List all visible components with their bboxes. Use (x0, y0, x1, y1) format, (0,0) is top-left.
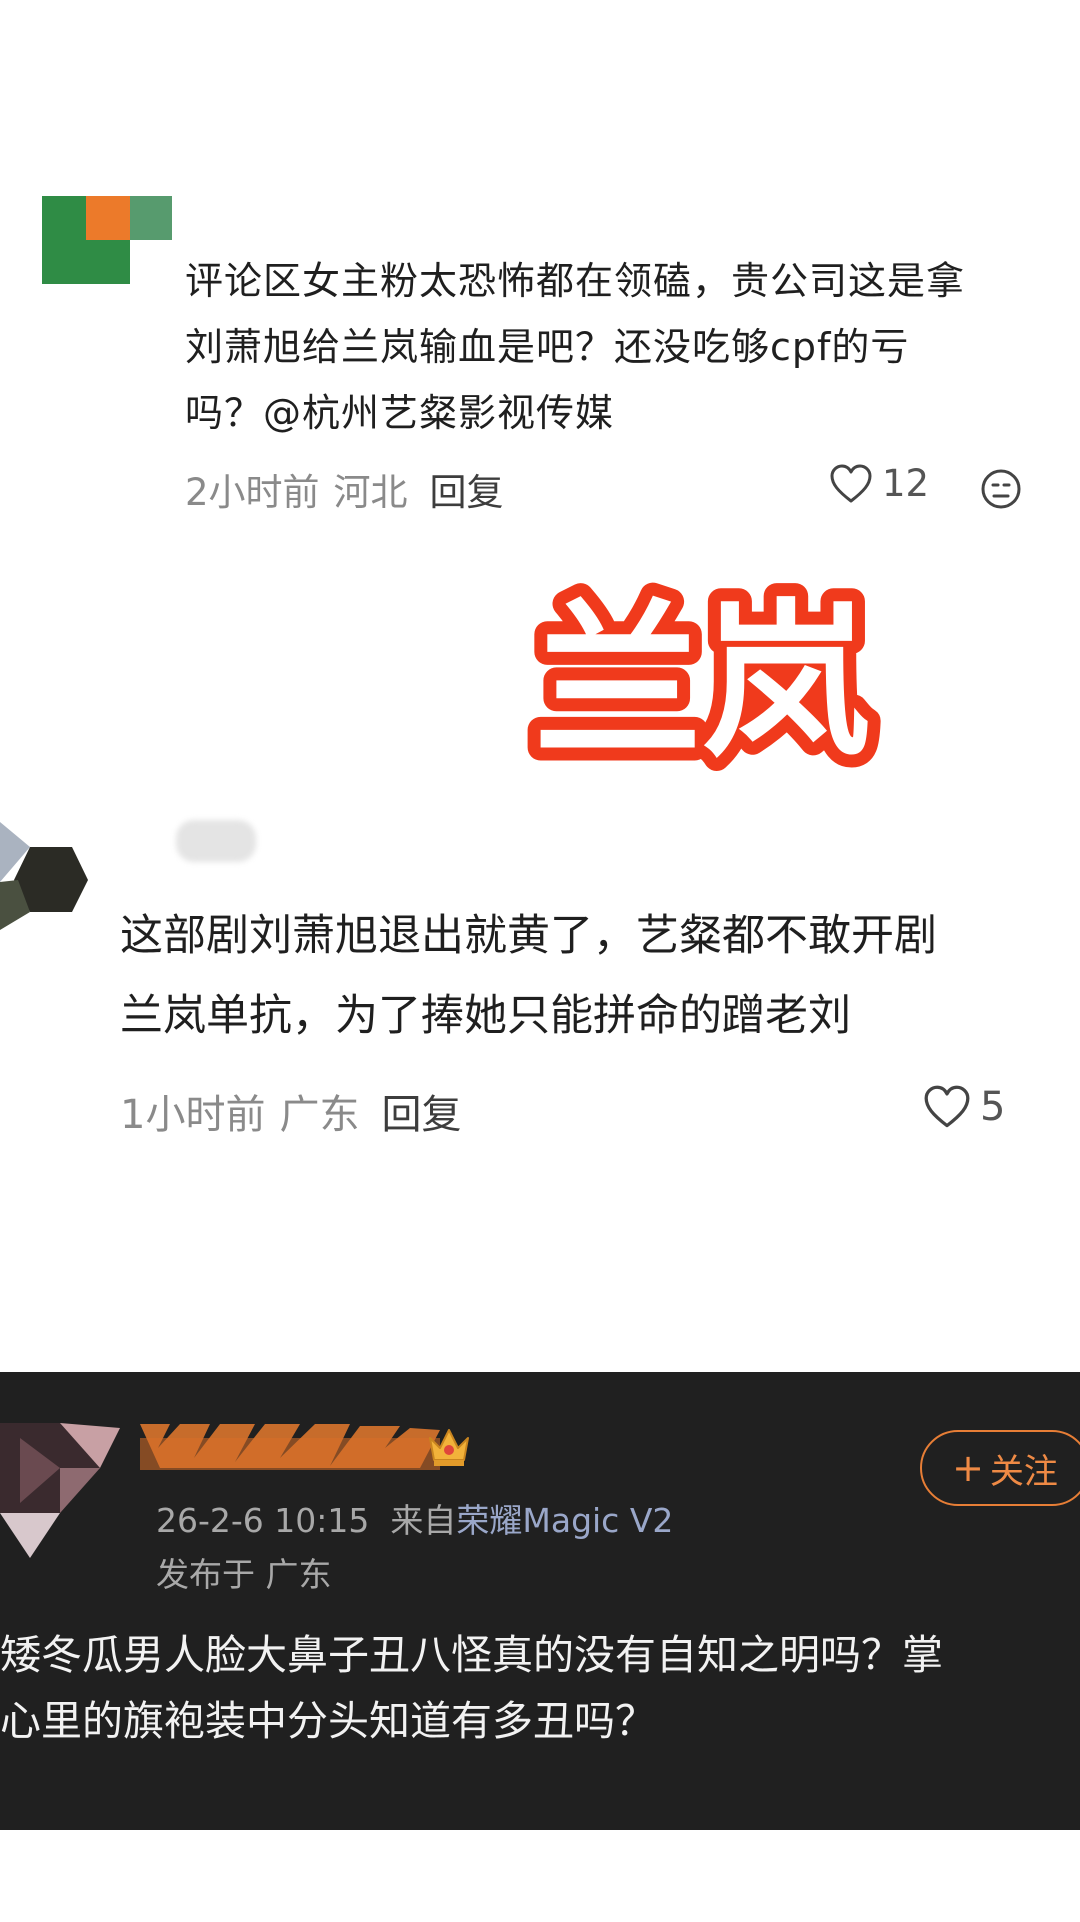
username-obscured[interactable] (140, 1418, 440, 1474)
post-line: 矮冬瓜男人脸大鼻子丑八怪真的没有自知之明吗？掌 (0, 1631, 943, 1679)
comment-region: 河北 (333, 471, 408, 514)
sticker-text: 兰岚 (534, 584, 870, 778)
avatar[interactable] (0, 1408, 120, 1558)
like-count: 12 (882, 462, 930, 505)
post-source-prefix: 来自 (390, 1501, 457, 1540)
comment-time: 2小时前 (185, 471, 320, 514)
heart-icon (924, 1085, 970, 1128)
post-region: 广东 (265, 1555, 332, 1594)
comment-line: 评论区女主粉太恐怖都在领磕，贵公司这是拿 (185, 259, 966, 303)
crown-badge-icon (429, 1429, 469, 1466)
like-count: 5 (980, 1084, 1006, 1130)
post-line: 心里的旗袍装中分头知道有多丑吗？ (0, 1697, 656, 1745)
follow-button[interactable]: + 关注 (920, 1430, 1080, 1506)
post-device[interactable]: 荣耀Magic V2 (456, 1501, 673, 1540)
comment-line: 吗？@杭州艺粲影视传媒 (185, 391, 615, 435)
comment-region: 广东 (279, 1092, 360, 1138)
comment-meta: 2小时前 河北 回复 (185, 462, 504, 516)
comment-text: 这部剧刘萧旭退出就黄了，艺粲都不敢开剧 兰岚单抗，为了捧她只能拼命的蹭老刘 (120, 896, 1080, 1056)
heart-icon (830, 464, 872, 502)
reply-button[interactable]: 回复 (381, 1092, 461, 1138)
avatar[interactable] (42, 196, 172, 284)
avatar[interactable] (0, 812, 96, 942)
post-body: 矮冬瓜男人脸大鼻子丑八怪真的没有自知之明吗？掌 心里的旗袍装中分头知道有多丑吗？ (0, 1622, 1080, 1754)
post-published-prefix: 发布于 (156, 1555, 255, 1594)
comment-meta: 1小时前 广东 回复 (120, 1082, 461, 1140)
comment-time: 1小时前 (120, 1092, 266, 1138)
comment-line: 兰岚单抗，为了捧她只能拼命的蹭老刘 (120, 991, 851, 1041)
comment-text: 评论区女主粉太恐怖都在领磕，贵公司这是拿 刘萧旭给兰岚输血是吧？还没吃够cpf的… (185, 248, 1045, 446)
post-timestamp: 26-2-6 10:15 来自荣耀Magic V2 (156, 1494, 673, 1542)
username-blurred (176, 820, 256, 862)
comment-line: 这部剧刘萧旭退出就黄了，艺粲都不敢开剧 (120, 911, 937, 961)
plus-icon: + (952, 1446, 984, 1490)
post-time: 26-2-6 10:15 (156, 1501, 370, 1540)
reply-button[interactable]: 回复 (430, 471, 504, 514)
emoji-reaction-icon[interactable] (980, 468, 1022, 510)
like-button[interactable]: 12 (830, 462, 929, 505)
comment-line: 刘萧旭给兰岚输血是吧？还没吃够cpf的亏 (185, 325, 910, 369)
like-button[interactable]: 5 (924, 1084, 1005, 1130)
sticker-lan-lan: 兰岚 (521, 571, 883, 778)
post-location: 发布于 广东 (156, 1548, 332, 1596)
